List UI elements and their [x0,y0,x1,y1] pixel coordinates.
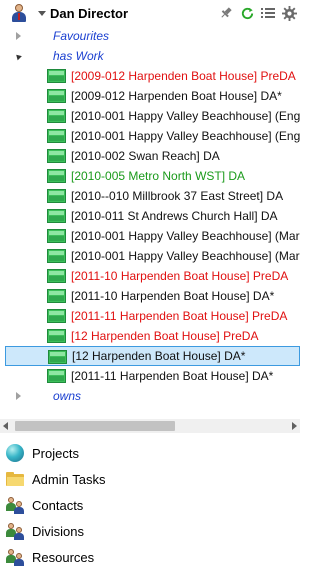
tree-item[interactable]: [2011-10 Harpenden Boat House] PreDA [0,266,300,286]
tree-group-favourites[interactable]: Favourites [0,26,300,46]
scroll-right-icon[interactable] [292,422,297,430]
tree-item-selected[interactable]: [12 Harpenden Boat House] DA* [5,346,300,366]
tree-item[interactable]: [2010-001 Happy Valley Beachhouse] (Mar [0,246,300,266]
scrollbar-thumb[interactable] [15,421,175,431]
pin-icon[interactable] [217,4,235,22]
tree-item[interactable]: [12 Harpenden Boat House] PreDA [0,326,300,346]
panel-header: Dan Director [0,0,300,26]
nav-item-projects[interactable]: Projects [0,440,300,466]
nav-item-admin-tasks[interactable]: Admin Tasks [0,466,300,492]
people-icon [6,548,24,566]
user-name-title: Dan Director [50,5,129,21]
tree-item[interactable]: [2010-011 St Andrews Church Hall] DA [0,206,300,226]
work-item-icon [47,329,66,343]
tree-item[interactable]: [2011-11 Harpenden Boat House] PreDA [0,306,300,326]
nav-item-label: Divisions [32,523,85,539]
work-item-icon [47,169,66,183]
tree-group-has-work[interactable]: has Work [0,46,300,66]
tree-item[interactable]: [2010-001 Happy Valley Beachhouse] (Engi [0,106,300,126]
list-menu-icon[interactable] [259,4,277,22]
chevron-down-icon[interactable] [38,10,46,16]
tree-item[interactable]: [2011-11 Harpenden Boat House] DA* [0,366,300,386]
work-item-icon [47,289,66,303]
tree-item-label: [2011-11 Harpenden Boat House] PreDA [71,309,288,323]
work-item-icon [48,350,67,364]
expand-arrow-icon[interactable] [16,392,21,400]
work-item-icon [47,149,66,163]
tree-item-label: [2010-001 Happy Valley Beachhouse] (Engi [71,129,300,143]
globe-icon [6,444,24,462]
tree-item-label: [2010-011 St Andrews Church Hall] DA [71,209,278,223]
tree-item-label: [2010-001 Happy Valley Beachhouse] (Mar [71,249,300,263]
work-item-icon [47,269,66,283]
work-item-icon [47,69,66,83]
group-label: has Work [53,49,104,63]
tree-item[interactable]: [2010-001 Happy Valley Beachhouse] (Mar [0,226,300,246]
work-item-icon [47,89,66,103]
tree-item-label: [12 Harpenden Boat House] PreDA [71,329,259,343]
navigation-list: Projects Admin Tasks Contacts Divisions … [0,440,300,569]
work-item-icon [47,369,66,383]
people-icon [6,522,24,540]
tree-item-label: [2011-10 Harpenden Boat House] PreDA [71,269,289,283]
tree-group-owns[interactable]: owns [0,386,300,406]
tree-item-label: [2010-002 Swan Reach] DA [71,149,220,163]
work-item-icon [47,249,66,263]
work-item-icon [47,109,66,123]
folder-icon [6,470,24,488]
tree-item[interactable]: [2010-005 Metro North WST] DA [0,166,300,186]
group-label: owns [53,389,82,403]
nav-item-label: Resources [32,549,95,565]
nav-item-contacts[interactable]: Contacts [0,492,300,518]
scroll-left-icon[interactable] [3,422,8,430]
tree-item[interactable]: [2009-012 Harpenden Boat House] PreDA [0,66,300,86]
tree-item-label: [12 Harpenden Boat House] DA* [72,349,246,363]
tree-item[interactable]: [2010-001 Happy Valley Beachhouse] (Engi [0,126,300,146]
expand-arrow-icon[interactable] [16,32,21,40]
nav-item-label: Projects [32,445,79,461]
collapse-arrow-icon[interactable] [14,52,22,61]
gear-icon[interactable] [280,4,298,22]
tree-item-label: [2009-012 Harpenden Boat House] DA* [71,89,282,103]
nav-item-resources[interactable]: Resources [0,544,300,569]
tree-item-label: [2009-012 Harpenden Boat House] PreDA [71,69,296,83]
nav-item-label: Admin Tasks [32,471,106,487]
tree-item-label: [2010-005 Metro North WST] DA [71,169,246,183]
work-item-icon [47,209,66,223]
tree-item-label: [2011-10 Harpenden Boat House] DA* [71,289,275,303]
people-icon [6,496,24,514]
tree-item[interactable]: [2009-012 Harpenden Boat House] DA* [0,86,300,106]
refresh-icon[interactable] [238,4,256,22]
work-item-icon [47,229,66,243]
tree-item-label: [2010-001 Happy Valley Beachhouse] (Engi [71,109,300,123]
tree-item-label: [2011-11 Harpenden Boat House] DA* [71,369,274,383]
nav-item-label: Contacts [32,497,84,513]
work-tree: Favourites has Work [2009-012 Harpenden … [0,26,300,414]
work-item-icon [47,129,66,143]
tree-item-label: [2010-001 Happy Valley Beachhouse] (Mar [71,229,300,243]
horizontal-scrollbar[interactable] [0,419,300,433]
nav-item-divisions[interactable]: Divisions [0,518,300,544]
work-item-icon [47,309,66,323]
work-item-icon [47,189,66,203]
tree-item[interactable]: [2011-10 Harpenden Boat House] DA* [0,286,300,306]
group-label: Favourites [53,29,110,43]
tree-item[interactable]: [2010-002 Swan Reach] DA [0,146,300,166]
tree-item[interactable]: [2010--010 Millbrook 37 East Street] DA [0,186,300,206]
tree-item-label: [2010--010 Millbrook 37 East Street] DA [71,189,284,203]
user-avatar-icon [10,3,28,23]
